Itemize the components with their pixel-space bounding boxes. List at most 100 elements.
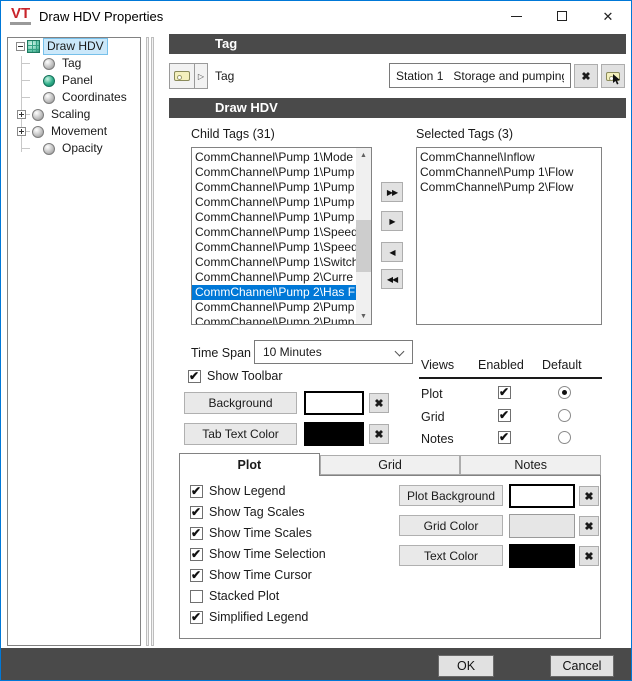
splitter-handle[interactable] [151, 37, 154, 646]
tab-plot[interactable]: Plot [179, 453, 320, 476]
selected-tags-label: Selected Tags (3) [416, 127, 513, 141]
tag-value-input[interactable] [389, 63, 571, 88]
vertical-scrollbar[interactable]: ▲ ▼ [356, 148, 371, 324]
child-tags-label: Child Tags (31) [191, 127, 275, 141]
grid-default-radio[interactable] [558, 409, 571, 422]
list-item-selected[interactable]: CommChannel\Pump 2\Has F [192, 285, 356, 300]
tree-connector-line [21, 97, 30, 98]
list-item[interactable]: CommChannel\Inflow [417, 150, 601, 165]
vtscada-logo-icon: VT [10, 6, 31, 25]
clear-text-color-button[interactable]: ✖ [579, 546, 599, 566]
text-color-button[interactable]: Text Color [399, 545, 503, 566]
checkbox-icon[interactable]: ✔ [190, 506, 203, 519]
list-item[interactable]: CommChannel\Pump 1\Pump [192, 180, 356, 195]
tree-node-coordinates[interactable]: Coordinates [8, 89, 140, 106]
checkbox-icon[interactable]: ✔ [190, 569, 203, 582]
ok-button[interactable]: OK [438, 655, 494, 677]
maximize-button[interactable] [539, 1, 585, 31]
tree-node-label[interactable]: Scaling [48, 107, 93, 122]
tree-node-label[interactable]: Opacity [59, 141, 106, 156]
show-tag-scales-checkbox[interactable]: ✔ Show Tag Scales [190, 505, 305, 519]
background-button[interactable]: Background [184, 392, 297, 414]
notes-enabled-checkbox[interactable]: ✔ [498, 431, 511, 444]
show-time-scales-checkbox[interactable]: ✔ Show Time Scales [190, 526, 312, 540]
plot-background-button[interactable]: Plot Background [399, 485, 503, 506]
opacity-node-icon [43, 143, 55, 155]
tree-node-draw-hdv[interactable]: Draw HDV [8, 38, 140, 55]
tag-type-expand-button[interactable]: ▷ [194, 63, 208, 89]
grid-color-button[interactable]: Grid Color [399, 515, 503, 536]
views-row-grid-label: Grid [421, 410, 445, 424]
tag-type-button[interactable] [169, 63, 195, 89]
list-item[interactable]: CommChannel\Pump 1\Mode [192, 150, 356, 165]
tree-node-label[interactable]: Draw HDV [43, 38, 108, 55]
tree-node-label[interactable]: Coordinates [59, 90, 130, 105]
clear-grid-color-button[interactable]: ✖ [579, 516, 599, 536]
list-item[interactable]: CommChannel\Pump 1\Flow [417, 165, 601, 180]
plot-enabled-checkbox[interactable]: ✔ [498, 386, 511, 399]
scroll-up-icon[interactable]: ▲ [356, 148, 371, 163]
list-item[interactable]: CommChannel\Pump 1\Switch [192, 255, 356, 270]
collapse-expander-icon[interactable] [16, 42, 25, 51]
tree-node-panel[interactable]: Panel [8, 72, 140, 89]
simplified-legend-checkbox[interactable]: ✔ Simplified Legend [190, 610, 308, 624]
tree-node-label[interactable]: Tag [59, 56, 84, 71]
tree-node-label[interactable]: Movement [48, 124, 110, 139]
tree-node-opacity[interactable]: Opacity [8, 140, 140, 157]
list-item[interactable]: CommChannel\Pump 1\Pump [192, 210, 356, 225]
child-tags-list[interactable]: CommChannel\Pump 1\Mode CommChannel\Pump… [191, 147, 372, 325]
tab-grid[interactable]: Grid [320, 455, 461, 475]
clear-background-button[interactable]: ✖ [369, 393, 389, 413]
clear-plot-background-button[interactable]: ✖ [579, 486, 599, 506]
clear-tag-button[interactable]: ✖ [574, 64, 598, 88]
tab-text-color-button[interactable]: Tab Text Color [184, 423, 297, 445]
move-right-button[interactable]: ▶ [381, 211, 403, 231]
list-item[interactable]: CommChannel\Pump 1\Speed [192, 240, 356, 255]
move-all-right-button[interactable]: ▶▶ [381, 182, 403, 202]
checkbox-icon[interactable]: ✔ [190, 590, 203, 603]
list-item[interactable]: CommChannel\Pump 2\Pump [192, 300, 356, 315]
move-left-button[interactable]: ◀ [381, 242, 403, 262]
minimize-button[interactable] [493, 1, 539, 31]
close-button[interactable]: ✕ [585, 1, 631, 31]
move-all-left-button[interactable]: ◀◀ [381, 269, 403, 289]
clear-x-icon: ✖ [581, 70, 590, 83]
show-time-selection-checkbox[interactable]: ✔ Show Time Selection [190, 547, 326, 561]
list-item[interactable]: CommChannel\Pump 2\Flow [417, 180, 601, 195]
scrollbar-thumb[interactable] [356, 220, 371, 272]
views-row-plot-label: Plot [421, 387, 443, 401]
list-item[interactable]: CommChannel\Pump 2\Pump [192, 315, 356, 325]
show-time-cursor-checkbox[interactable]: ✔ Show Time Cursor [190, 568, 312, 582]
list-item[interactable]: CommChannel\Pump 1\Speed [192, 225, 356, 240]
tree-node-label[interactable]: Panel [59, 73, 96, 88]
checkbox-icon[interactable]: ✔ [190, 485, 203, 498]
cancel-button[interactable]: Cancel [550, 655, 614, 677]
list-item[interactable]: CommChannel\Pump 2\Curre [192, 270, 356, 285]
plot-default-radio[interactable] [558, 386, 571, 399]
clear-tab-text-color-button[interactable]: ✖ [369, 424, 389, 444]
tree-node-movement[interactable]: Movement [8, 123, 140, 140]
checkbox-icon[interactable]: ✔ [190, 611, 203, 624]
expand-expander-icon[interactable] [17, 127, 26, 136]
grid-enabled-checkbox[interactable]: ✔ [498, 409, 511, 422]
notes-default-radio[interactable] [558, 431, 571, 444]
show-legend-checkbox[interactable]: ✔ Show Legend [190, 484, 285, 498]
double-right-arrow-icon: ▶▶ [387, 188, 397, 197]
checkbox-icon[interactable]: ✔ [190, 527, 203, 540]
time-span-select[interactable]: 10 Minutes [254, 340, 413, 364]
stacked-plot-checkbox[interactable]: ✔ Stacked Plot [190, 589, 279, 603]
list-item[interactable]: CommChannel\Pump 1\Pump [192, 165, 356, 180]
selected-tags-list[interactable]: CommChannel\Inflow CommChannel\Pump 1\Fl… [416, 147, 602, 325]
draw-hdv-properties-dialog: VT Draw HDV Properties ✕ Draw HDV Tag Pa… [0, 0, 632, 681]
splitter-handle[interactable] [146, 37, 149, 646]
show-toolbar-checkbox[interactable]: ✔ Show Toolbar [188, 369, 283, 383]
scroll-down-icon[interactable]: ▼ [356, 309, 371, 324]
expand-expander-icon[interactable] [17, 110, 26, 119]
tree-node-tag[interactable]: Tag [8, 55, 140, 72]
tree-node-scaling[interactable]: Scaling [8, 106, 140, 123]
checkbox-icon[interactable]: ✔ [188, 370, 201, 383]
list-item[interactable]: CommChannel\Pump 1\Pump [192, 195, 356, 210]
tab-notes[interactable]: Notes [460, 455, 601, 475]
checkbox-icon[interactable]: ✔ [190, 548, 203, 561]
pick-tag-button[interactable] [601, 64, 625, 88]
